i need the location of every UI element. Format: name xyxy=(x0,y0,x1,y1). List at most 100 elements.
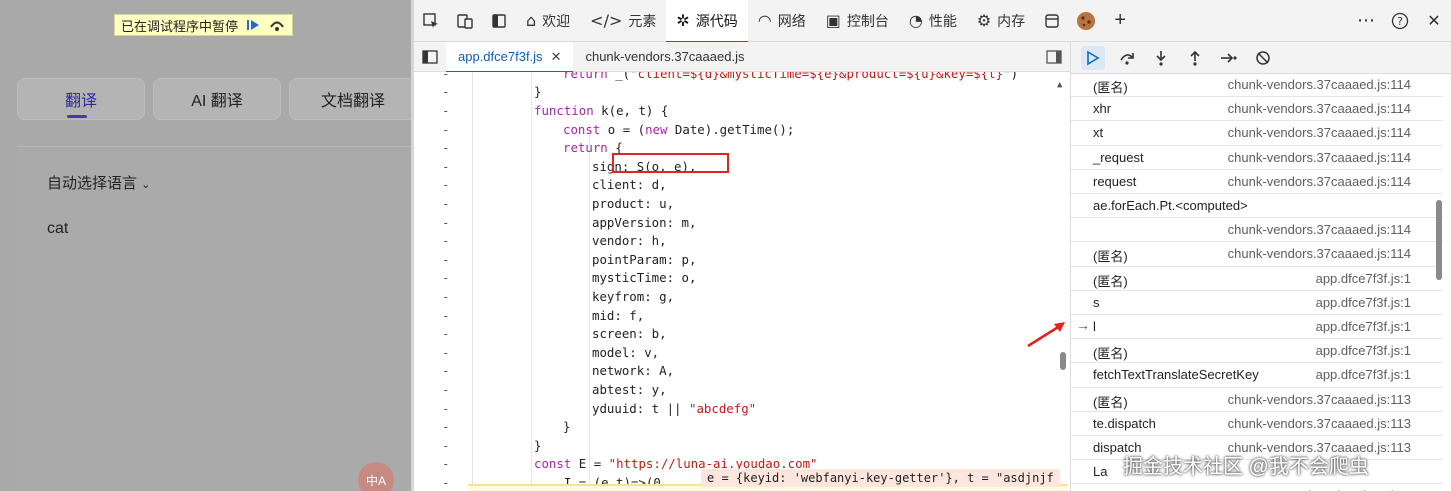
frame-location[interactable]: chunk-vendors.37caaaed.js:114 xyxy=(1228,222,1411,237)
call-frame[interactable]: s app.dfce7f3f.js:1 xyxy=(1071,291,1443,315)
tab-memory[interactable]: ⚙ 内存 xyxy=(967,0,1035,42)
code-line[interactable]: - appVersion: m, xyxy=(414,213,1070,232)
help-icon[interactable]: ? xyxy=(1383,0,1417,42)
code-line[interactable]: - abtest: y, xyxy=(414,380,1070,399)
line-gutter-marker[interactable]: - xyxy=(442,84,449,99)
tab-console[interactable]: ▣ 控制台 xyxy=(816,0,899,42)
line-gutter-marker[interactable]: - xyxy=(442,140,449,155)
line-gutter-marker[interactable]: - xyxy=(442,345,449,360)
call-frame[interactable]: te.dispatch chunk-vendors.37caaaed.js:113 xyxy=(1071,412,1443,436)
language-select[interactable]: 自动选择语言 ⌄ xyxy=(47,172,150,193)
call-frame[interactable]: SatextTranslate.da92fa14.js:1 xyxy=(1071,484,1443,491)
file-tab-app[interactable]: app.dfce7f3f.js ✕ xyxy=(446,41,574,73)
call-frame[interactable]: (匿名) app.dfce7f3f.js:1 xyxy=(1071,267,1443,291)
code-line[interactable]: - vendor: h, xyxy=(414,231,1070,250)
line-gutter-marker[interactable]: - xyxy=(442,196,449,211)
line-gutter-marker[interactable]: - xyxy=(442,419,449,434)
code-line[interactable]: - function k(e, t) { xyxy=(414,101,1070,120)
line-gutter-marker[interactable]: - xyxy=(442,252,449,267)
call-frame[interactable]: ae.forEach.Pt.<computed> xyxy=(1071,194,1443,219)
call-frame[interactable]: request chunk-vendors.37caaaed.js:114 xyxy=(1071,170,1443,194)
code-line[interactable]: - yduuid: t || "abcdefg" xyxy=(414,399,1070,418)
toggle-debugger-icon[interactable] xyxy=(1038,42,1070,72)
frame-location[interactable]: chunk-vendors.37caaaed.js:113 xyxy=(1228,392,1411,407)
code-line[interactable]: - client: d, xyxy=(414,176,1070,195)
device-emulation-icon[interactable] xyxy=(448,0,482,42)
code-line[interactable]: - mysticTime: o, xyxy=(414,269,1070,288)
line-gutter-marker[interactable]: - xyxy=(442,438,449,453)
line-gutter-marker[interactable]: - xyxy=(442,270,449,285)
frame-location[interactable]: app.dfce7f3f.js:1 xyxy=(1316,367,1411,382)
call-stack-scrollbar[interactable] xyxy=(1436,200,1442,280)
call-frame[interactable]: chunk-vendors.37caaaed.js:114 xyxy=(1071,218,1443,243)
frame-location[interactable]: chunk-vendors.37caaaed.js:114 xyxy=(1228,77,1411,92)
code-line[interactable]: - return { xyxy=(414,138,1070,157)
line-gutter-marker[interactable]: - xyxy=(442,456,449,471)
code-line[interactable]: - keyfrom: g, xyxy=(414,287,1070,306)
application-panel-icon[interactable] xyxy=(1035,0,1069,42)
call-frame-current[interactable]: → l app.dfce7f3f.js:1 xyxy=(1071,315,1443,340)
call-frame[interactable]: (匿名) chunk-vendors.37caaaed.js:113 xyxy=(1071,388,1443,412)
line-gutter-marker[interactable]: - xyxy=(442,382,449,397)
step-into-icon[interactable] xyxy=(1149,46,1173,70)
call-frame[interactable]: (匿名) chunk-vendors.37caaaed.js:114 xyxy=(1071,242,1443,267)
code-line[interactable]: - network: A, xyxy=(414,362,1070,381)
frame-location[interactable]: chunk-vendors.37caaaed.js:114 xyxy=(1228,101,1411,116)
code-line[interactable]: -} xyxy=(414,436,1070,455)
code-line[interactable]: - mid: f, xyxy=(414,306,1070,325)
tab-doc-translate[interactable]: 文档翻译 xyxy=(289,78,411,120)
tab-ai-translate[interactable]: AI 翻译 xyxy=(153,78,281,120)
cookie-icon[interactable] xyxy=(1069,0,1103,42)
code-editor[interactable]: - return _("client=${d}&mysticTime=${e}&p… xyxy=(414,72,1070,491)
line-gutter-marker[interactable]: - xyxy=(442,401,449,416)
step-over-icon[interactable] xyxy=(268,18,286,32)
frame-location[interactable]: app.dfce7f3f.js:1 xyxy=(1316,271,1411,286)
line-gutter-marker[interactable]: - xyxy=(442,122,449,137)
code-line[interactable]: - const o = (new Date).getTime(); xyxy=(414,120,1070,139)
tab-network[interactable]: ◠ 网络 xyxy=(748,0,816,42)
frame-location[interactable]: chunk-vendors.37caaaed.js:114 xyxy=(1228,150,1411,165)
more-tools-plus-icon[interactable]: + xyxy=(1103,0,1137,42)
call-frame[interactable]: xt chunk-vendors.37caaaed.js:114 xyxy=(1071,121,1443,146)
tab-translate[interactable]: 翻译 xyxy=(17,78,145,120)
line-gutter-marker[interactable]: - xyxy=(442,363,449,378)
code-line[interactable]: - model: v, xyxy=(414,343,1070,362)
scroll-up-icon[interactable]: ▲ xyxy=(1057,80,1062,90)
step-over-icon[interactable] xyxy=(1115,46,1139,70)
deactivate-breakpoints-icon[interactable] xyxy=(1251,46,1275,70)
resume-icon[interactable] xyxy=(1081,45,1105,70)
code-line[interactable]: - screen: b, xyxy=(414,324,1070,343)
code-line[interactable]: - product: u, xyxy=(414,194,1070,213)
code-scrollbar[interactable] xyxy=(1060,352,1066,370)
translate-float-icon[interactable]: 中A xyxy=(358,462,394,491)
call-frame[interactable]: xhr chunk-vendors.37caaaed.js:114 xyxy=(1071,97,1443,122)
line-gutter-marker[interactable]: - xyxy=(442,308,449,323)
close-icon[interactable]: ✕ xyxy=(551,49,562,65)
frame-location[interactable]: app.dfce7f3f.js:1 xyxy=(1316,319,1411,334)
dock-side-icon[interactable] xyxy=(482,0,516,42)
code-line[interactable]: -} xyxy=(414,417,1070,436)
line-gutter-marker[interactable]: - xyxy=(442,72,449,81)
tab-performance[interactable]: ◔ 性能 xyxy=(899,0,967,42)
step-out-icon[interactable] xyxy=(1183,46,1207,70)
tab-welcome[interactable]: ⌂ 欢迎 xyxy=(516,0,580,42)
call-frame[interactable]: (匿名) chunk-vendors.37caaaed.js:114 xyxy=(1071,73,1443,98)
code-line[interactable]: - sign: S(o, e), xyxy=(414,157,1070,176)
line-gutter-marker[interactable]: - xyxy=(442,475,449,490)
line-gutter-marker[interactable]: - xyxy=(442,233,449,248)
toggle-navigator-icon[interactable] xyxy=(414,42,446,72)
code-line[interactable]: - return _("client=${d}&mysticTime=${e}&p… xyxy=(414,72,1070,83)
tab-elements[interactable]: </> 元素 xyxy=(580,0,666,42)
inspect-element-icon[interactable] xyxy=(414,0,448,42)
resume-icon[interactable] xyxy=(244,18,262,32)
line-gutter-marker[interactable]: - xyxy=(442,103,449,118)
frame-location[interactable]: chunk-vendors.37caaaed.js:113 xyxy=(1228,416,1411,431)
more-options-icon[interactable]: ⋯ xyxy=(1349,0,1383,42)
step-icon[interactable] xyxy=(1217,46,1241,70)
frame-location[interactable]: chunk-vendors.37caaaed.js:114 xyxy=(1228,174,1411,189)
frame-location[interactable]: chunk-vendors.37caaaed.js:114 xyxy=(1228,246,1411,261)
file-tab-chunk-vendors[interactable]: chunk-vendors.37caaaed.js xyxy=(573,42,756,72)
call-frame[interactable]: (匿名) app.dfce7f3f.js:1 xyxy=(1071,339,1443,364)
code-line[interactable]: -} xyxy=(414,83,1070,102)
call-frame[interactable]: fetchTextTranslateSecretKey app.dfce7f3f.… xyxy=(1071,363,1443,388)
